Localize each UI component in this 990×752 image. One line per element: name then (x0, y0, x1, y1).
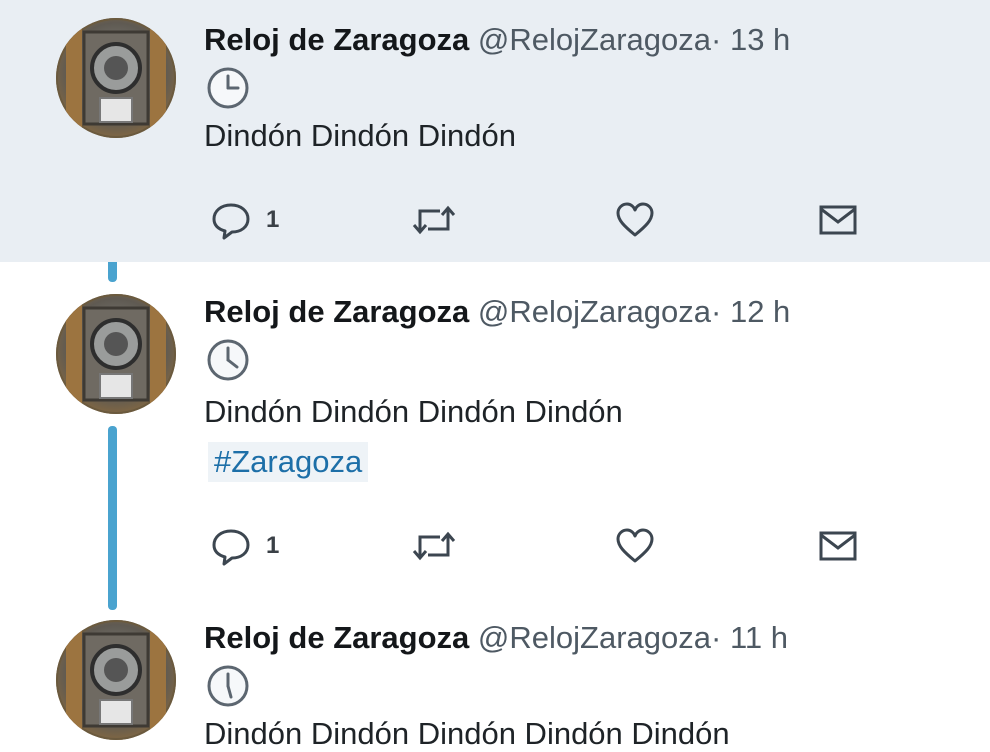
clock-icon (207, 67, 249, 109)
tweet-time[interactable]: 13 h (730, 22, 790, 57)
tweet-text: Dindón Dindón Dindón (204, 118, 516, 153)
reply-icon (212, 203, 250, 240)
tweet-header: Reloj de Zaragoza @RelojZaragoza· 12 h (204, 294, 790, 330)
tweet-time[interactable]: 12 h (730, 294, 790, 329)
reply-count: 1 (266, 206, 280, 233)
clock-tower-image (66, 620, 166, 740)
tweet-header: Reloj de Zaragoza @RelojZaragoza· 11 h (204, 620, 788, 656)
tweet-text: Dindón Dindón Dindón Dindón (204, 394, 623, 429)
author-name[interactable]: Reloj de Zaragoza (204, 620, 469, 655)
clock-tower-image (66, 294, 166, 414)
tweet[interactable]: Reloj de Zaragoza @RelojZaragoza· 11 h D… (0, 592, 990, 751)
reply-button[interactable]: 1 (210, 522, 279, 570)
retweet-icon (412, 205, 456, 235)
author-name[interactable]: Reloj de Zaragoza (204, 22, 469, 57)
clock-icon (207, 665, 249, 707)
author-handle[interactable]: @RelojZaragoza (478, 22, 711, 57)
envelope-icon (819, 205, 857, 235)
like-button[interactable] (614, 196, 656, 244)
author-handle[interactable]: @RelojZaragoza (478, 294, 711, 329)
retweet-button[interactable] (410, 196, 458, 244)
tweet[interactable]: Reloj de Zaragoza @RelojZaragoza· 12 h D… (0, 262, 990, 592)
author-handle[interactable]: @RelojZaragoza (478, 620, 711, 655)
envelope-icon (819, 531, 857, 561)
tweet-text: Dindón Dindón Dindón Dindón Dindón (204, 716, 730, 751)
tweet[interactable]: Reloj de Zaragoza @RelojZaragoza· 13 h D… (0, 0, 990, 262)
tweet-actions: 1 (0, 522, 990, 570)
tweet-time[interactable]: 11 h (730, 620, 788, 655)
reply-count: 1 (266, 532, 280, 559)
heart-icon (616, 528, 654, 563)
clock-tower-image (66, 18, 166, 138)
clock-icon (207, 339, 249, 381)
retweet-button[interactable] (410, 522, 458, 570)
hashtag-link[interactable]: #Zaragoza (208, 442, 369, 482)
tweet-header: Reloj de Zaragoza @RelojZaragoza· 13 h (204, 22, 790, 58)
retweet-icon (412, 531, 456, 561)
separator-dot: · (711, 22, 722, 57)
message-button[interactable] (818, 522, 858, 570)
avatar[interactable] (56, 294, 176, 414)
avatar[interactable] (56, 18, 176, 138)
author-name[interactable]: Reloj de Zaragoza (204, 294, 469, 329)
reply-icon (212, 529, 250, 566)
like-button[interactable] (614, 522, 656, 570)
reply-button[interactable]: 1 (210, 196, 279, 244)
separator-dot: · (711, 620, 722, 655)
message-button[interactable] (818, 196, 858, 244)
separator-dot: · (711, 294, 722, 329)
heart-icon (616, 202, 654, 237)
avatar[interactable] (56, 620, 176, 740)
tweet-actions: 1 (0, 196, 990, 244)
